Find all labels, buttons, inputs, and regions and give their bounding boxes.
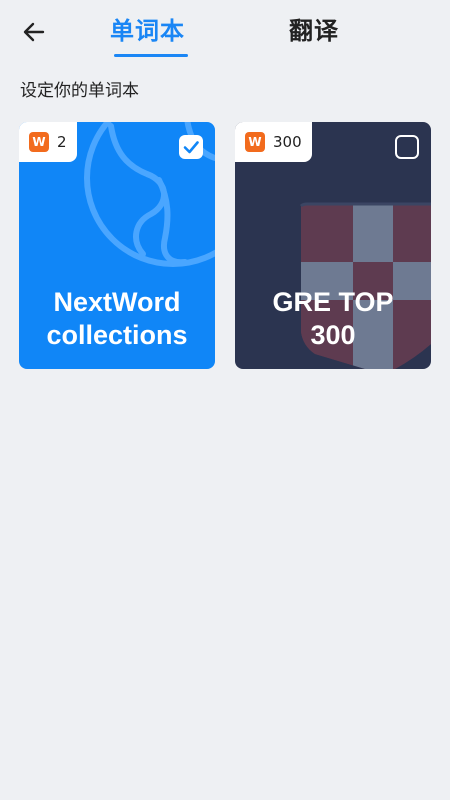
word-count: 300 (273, 133, 302, 151)
wordbook-logo-icon: W (29, 132, 49, 152)
word-count-badge: W 2 (19, 122, 77, 162)
word-count-badge: W 300 (235, 122, 312, 162)
back-arrow-icon (23, 22, 45, 42)
card-title-line1: NextWord (53, 287, 181, 317)
wordbook-logo-icon: W (245, 132, 265, 152)
card-title-line2: collections (46, 320, 188, 350)
card-title: NextWord collections (19, 286, 215, 352)
header-bar: 单词本 翻译 (0, 0, 450, 62)
section-title: 设定你的单词本 (20, 81, 139, 101)
tab-wordbook[interactable]: 单词本 (110, 14, 185, 48)
word-count: 2 (57, 133, 67, 151)
tab-translate[interactable]: 翻译 (289, 14, 339, 48)
wordbook-card-nextword[interactable]: W 2 NextWord collections (19, 122, 215, 369)
card-title: GRE TOP 300 (235, 286, 431, 352)
card-title-line1: GRE TOP (272, 287, 394, 317)
select-checkbox-unchecked[interactable] (395, 135, 419, 159)
wordbook-card-gre[interactable]: W 300 GRE TOP 300 (235, 122, 431, 369)
checkmark-icon (183, 141, 199, 154)
card-title-line2: 300 (310, 320, 356, 350)
back-button[interactable] (18, 16, 50, 48)
active-tab-indicator (114, 54, 188, 57)
select-checkbox-checked[interactable] (179, 135, 203, 159)
